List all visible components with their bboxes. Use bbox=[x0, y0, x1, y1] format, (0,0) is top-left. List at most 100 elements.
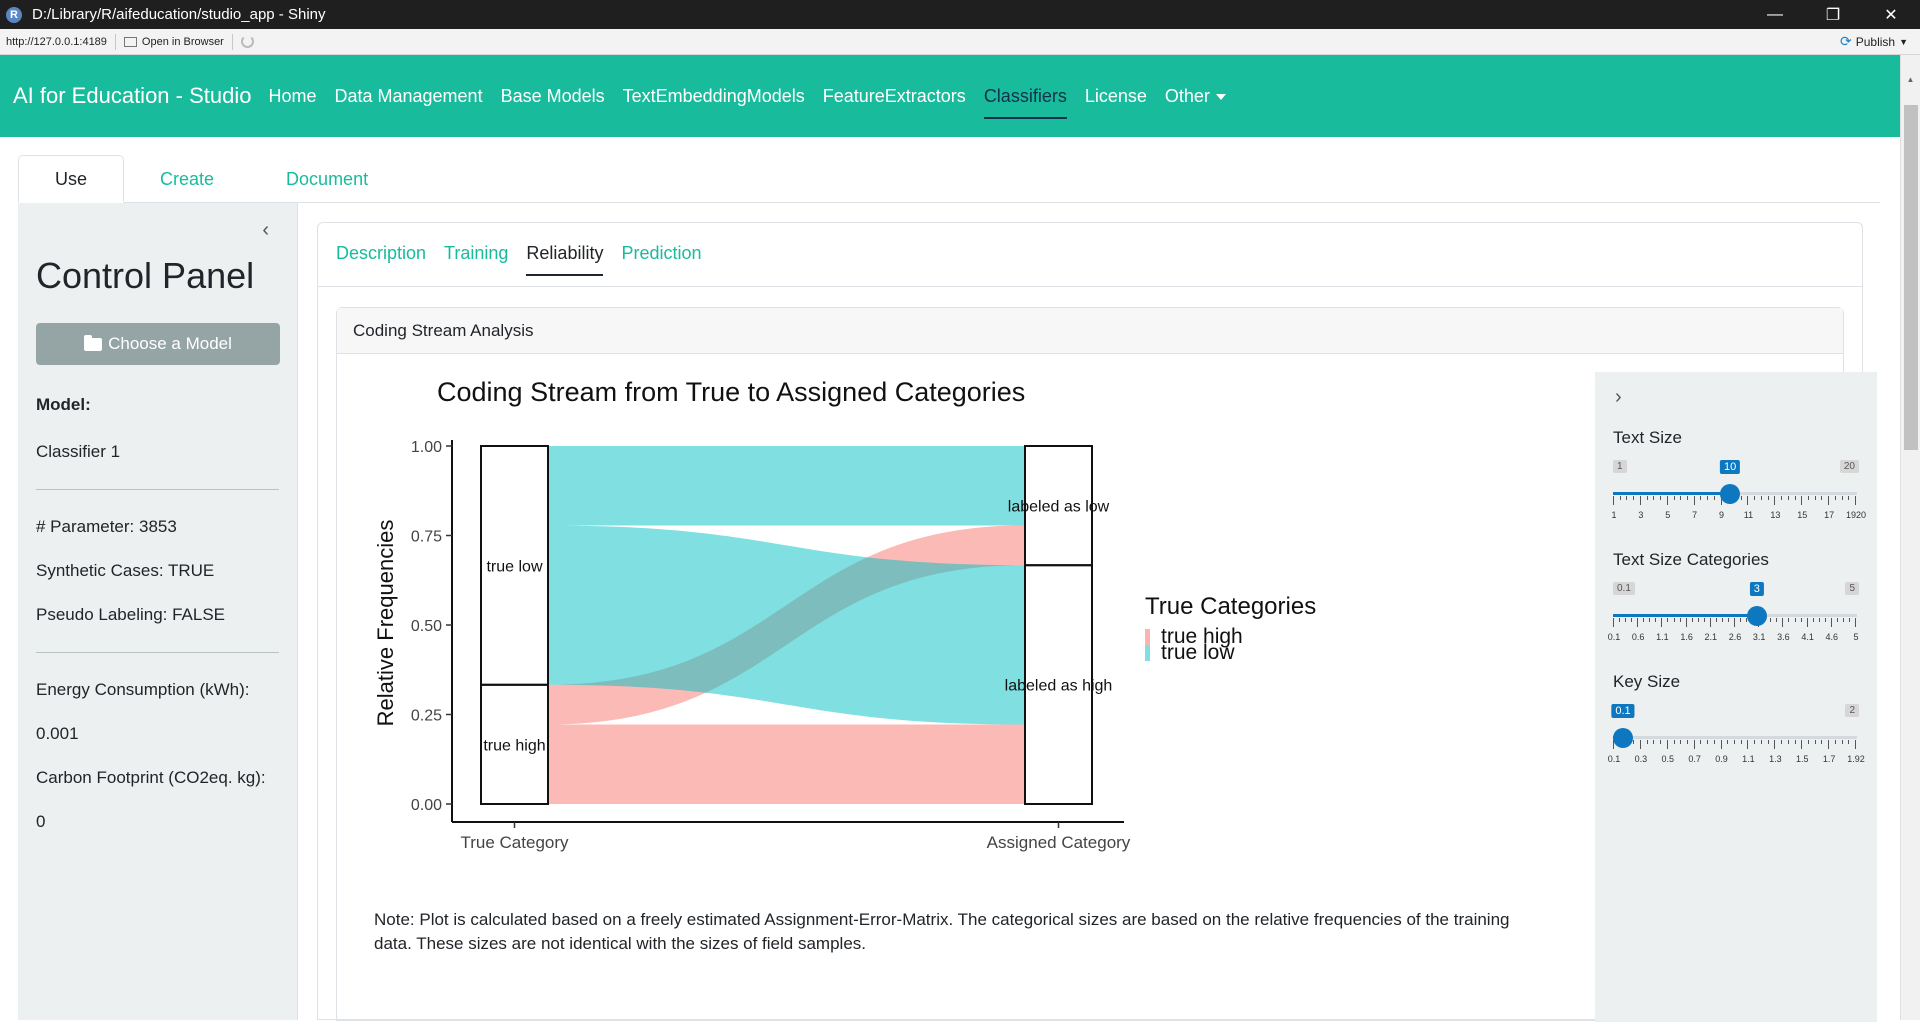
slider-minor-tick bbox=[1814, 740, 1816, 744]
tab-prediction[interactable]: Prediction bbox=[621, 243, 701, 276]
slider-tick bbox=[1693, 496, 1695, 505]
slider-minor-tick bbox=[1841, 496, 1843, 500]
slider-handle[interactable] bbox=[1613, 728, 1633, 748]
tab-document[interactable]: Document bbox=[250, 155, 404, 203]
slider-minor-tick bbox=[1631, 618, 1633, 622]
slider-minor-tick bbox=[1673, 618, 1675, 622]
y-tick-label: 0.75 bbox=[411, 529, 442, 546]
slider-minor-tick bbox=[1807, 496, 1809, 500]
y-axis-label: Relative Frequencies bbox=[377, 520, 398, 727]
legend-label-true-low: true low bbox=[1161, 641, 1235, 664]
x-tick-label: True Category bbox=[460, 833, 569, 852]
nav-data-management[interactable]: Data Management bbox=[334, 78, 482, 115]
publish-icon: ⟳ bbox=[1839, 33, 1852, 49]
slider-text-size-categories[interactable]: Text Size Categories 0.1 5 3 0.1 0.6 1.1 1.… bbox=[1608, 550, 1859, 642]
collapse-sidebar-icon[interactable]: ‹ bbox=[262, 219, 269, 242]
tab-description[interactable]: Description bbox=[336, 243, 426, 276]
slider-tick bbox=[1806, 618, 1808, 627]
close-icon[interactable]: ✕ bbox=[1862, 0, 1920, 29]
publish-button[interactable]: ⟳ Publish ▼ bbox=[1840, 33, 1908, 50]
refresh-icon[interactable] bbox=[240, 35, 254, 48]
slider-minor-tick bbox=[1715, 618, 1717, 622]
toolbar-divider bbox=[231, 33, 233, 50]
slider-minor-tick bbox=[1721, 618, 1723, 622]
nav-classifiers[interactable]: Classifiers bbox=[983, 78, 1067, 119]
slider-tick bbox=[1637, 618, 1639, 627]
slider-tick-label: 5 bbox=[1665, 510, 1671, 520]
nav-feature-extractors[interactable]: FeatureExtractors bbox=[823, 78, 966, 115]
tab-create[interactable]: Create bbox=[124, 155, 250, 203]
caret-down-icon bbox=[1215, 93, 1226, 100]
restore-icon[interactable]: ❐ bbox=[1804, 0, 1862, 29]
slider-minor-tick bbox=[1700, 740, 1702, 744]
slider-minor-tick bbox=[1653, 740, 1655, 744]
slider-minor-tick bbox=[1760, 740, 1762, 744]
chevron-right-icon[interactable]: › bbox=[1615, 386, 1622, 409]
slider-tick bbox=[1685, 618, 1687, 627]
slider-minor-tick bbox=[1707, 496, 1709, 500]
slider-handle[interactable] bbox=[1720, 484, 1741, 504]
y-tick-label: 1.00 bbox=[411, 439, 442, 456]
slider-minor-tick bbox=[1834, 496, 1836, 500]
slider-minor-tick bbox=[1686, 740, 1688, 744]
y-tick-label: 0.25 bbox=[411, 708, 442, 725]
scroll-up-icon[interactable]: ▲ bbox=[1901, 75, 1920, 84]
slider-tick-label: 9 bbox=[1719, 510, 1725, 520]
model-label: Model: bbox=[36, 395, 91, 414]
slider-minor-tick bbox=[1807, 740, 1809, 744]
slider-minor-tick bbox=[1660, 740, 1662, 744]
slider-tick-label: 0.5 bbox=[1661, 754, 1675, 764]
slider-max: 20 bbox=[1839, 460, 1859, 473]
carbon-value: 0 bbox=[36, 812, 46, 831]
choose-model-label: Choose a Model bbox=[108, 334, 232, 353]
slider-tick bbox=[1661, 618, 1663, 627]
coding-stream-plot: Coding Stream from True to Assigned Cate… bbox=[377, 377, 1316, 852]
slider-handle[interactable] bbox=[1746, 606, 1767, 626]
slider-tick bbox=[1747, 740, 1749, 749]
nav-text-embedding-models[interactable]: TextEmbeddingModels bbox=[623, 78, 805, 115]
slider-tick bbox=[1855, 496, 1856, 505]
tab-use[interactable]: Use bbox=[18, 155, 125, 203]
nav-home[interactable]: Home bbox=[268, 78, 316, 115]
slider-tick-label: 3.1 bbox=[1752, 632, 1766, 642]
slider-fill bbox=[1613, 492, 1730, 495]
slider-minor-tick bbox=[1667, 618, 1669, 622]
slider-key-size[interactable]: Key Size 0.1 2 0.1 0.10.30.50.70.91.11.3… bbox=[1608, 672, 1865, 764]
nav-other-dropdown[interactable]: Other bbox=[1165, 78, 1226, 115]
true-stratum-label: true low bbox=[486, 558, 542, 575]
slider-minor-tick bbox=[1814, 496, 1816, 500]
slider-text-size[interactable]: Text Size 1 20 10 1 3 5 7 9 11 13 15 17 1920 bbox=[1611, 428, 1866, 520]
main-panel: Description Training Reliability Predict… bbox=[317, 222, 1877, 1022]
slider-minor-tick bbox=[1800, 618, 1802, 622]
slider-track[interactable] bbox=[1613, 736, 1857, 739]
slider-minor-tick bbox=[1713, 496, 1715, 500]
slider-label: Key Size bbox=[1613, 672, 1681, 691]
tab-training[interactable]: Training bbox=[444, 243, 508, 276]
slider-minor-tick bbox=[1787, 496, 1789, 500]
choose-model-button[interactable]: Choose a Model bbox=[36, 323, 280, 365]
nav-base-models[interactable]: Base Models bbox=[501, 78, 605, 115]
brand-title[interactable]: AI for Education - Studio bbox=[13, 83, 251, 109]
page-scrollbar[interactable]: ▲ bbox=[1900, 55, 1920, 1020]
slider-tick-label: 1 bbox=[1611, 510, 1617, 520]
sidebar-divider bbox=[36, 652, 279, 653]
slider-tick-label: 4.6 bbox=[1825, 632, 1839, 642]
open-in-browser-button[interactable]: Open in Browser bbox=[123, 35, 224, 48]
open-in-browser-label: Open in Browser bbox=[141, 35, 224, 48]
nav-license[interactable]: License bbox=[1085, 78, 1147, 115]
slider-tick bbox=[1830, 618, 1832, 627]
slider-minor-tick bbox=[1653, 496, 1655, 500]
slider-tick-label: 0.3 bbox=[1634, 754, 1648, 764]
model-value: Classifier 1 bbox=[36, 442, 121, 461]
scrollbar-thumb[interactable] bbox=[1904, 105, 1918, 450]
x-tick-label: Assigned Category bbox=[987, 833, 1131, 852]
slider-tick bbox=[1639, 496, 1641, 505]
slider-value: 10 bbox=[1719, 460, 1741, 474]
parameter-count: # Parameter: 3853 bbox=[36, 517, 177, 536]
slider-minor-tick bbox=[1680, 496, 1682, 500]
tab-reliability[interactable]: Reliability bbox=[526, 243, 604, 276]
slider-tick-label: 5 bbox=[1853, 632, 1859, 642]
true-stratum-label: true high bbox=[483, 737, 545, 754]
slider-minor-tick bbox=[1673, 496, 1675, 500]
minimize-icon[interactable]: — bbox=[1746, 0, 1804, 29]
